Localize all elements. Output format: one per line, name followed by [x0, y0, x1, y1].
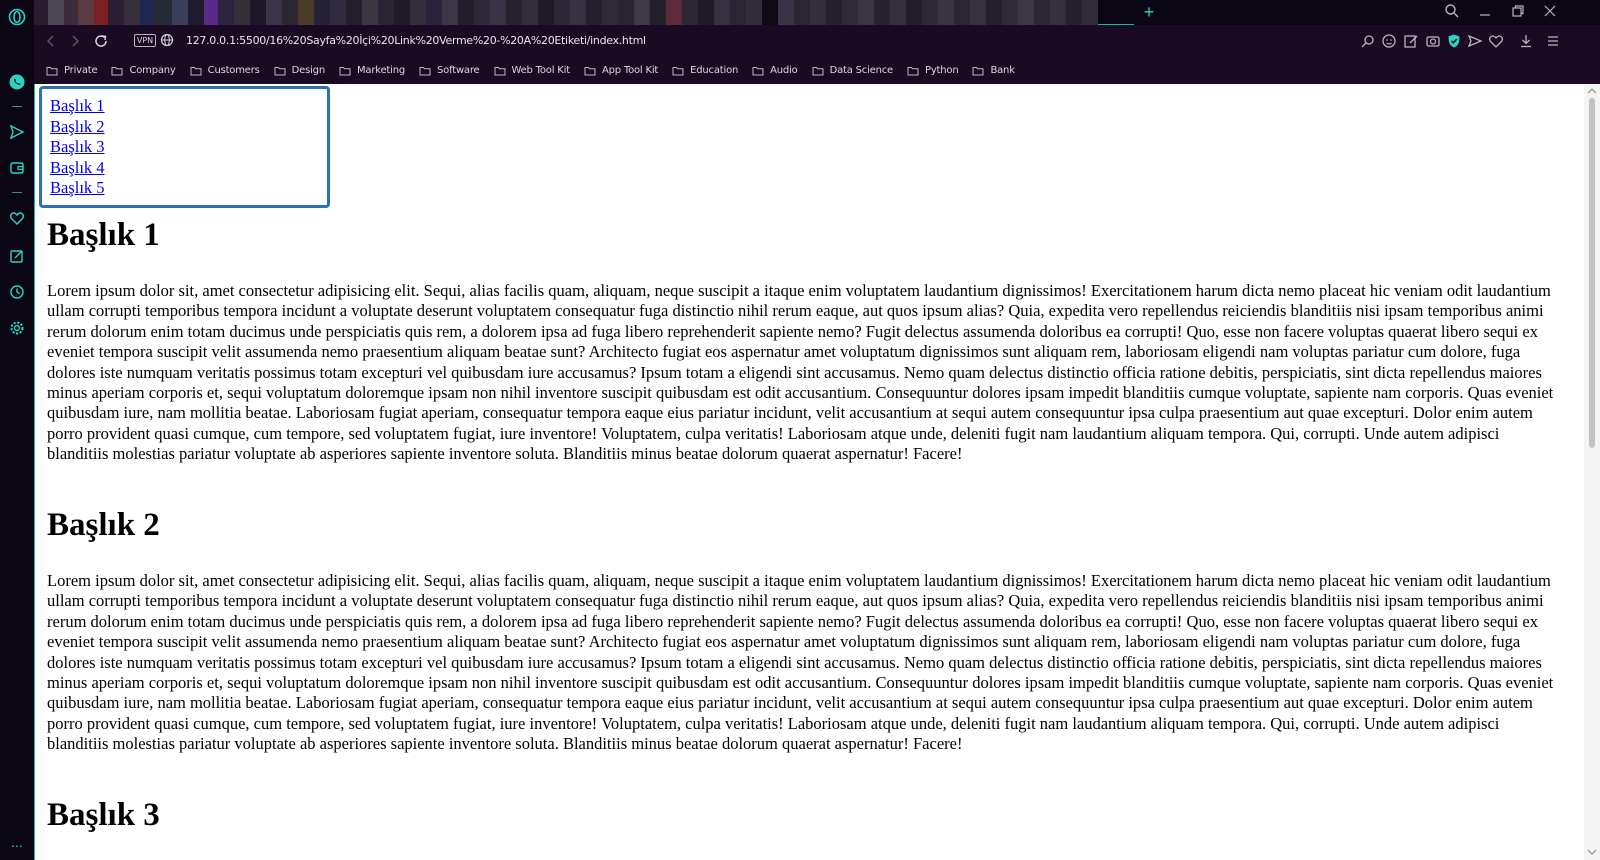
sidebar-more-label: ...: [11, 834, 23, 850]
tab-strip: +: [34, 0, 1600, 25]
page-viewport: Başlık 1 Başlık 2 Başlık 3 Başlık 4 Başlık 5…: [34, 84, 1600, 860]
bookmark-folder[interactable]: Private: [46, 57, 98, 84]
history-icon[interactable]: [7, 282, 27, 302]
toc-link[interactable]: Başlık 5: [50, 178, 327, 199]
folder-icon: [812, 66, 824, 75]
bookmark-label: App Tool Kit: [601, 65, 659, 76]
zoom-search-icon[interactable]: [1360, 33, 1376, 49]
sidebar-separator: [12, 192, 22, 193]
folder-icon: [494, 66, 505, 75]
bookmarks-bar: Private Company Customers Design Marketing So…: [34, 57, 1600, 84]
emoji-icon[interactable]: [1381, 33, 1397, 49]
opera-logo-icon[interactable]: [7, 7, 27, 27]
bookmark-folder[interactable]: Education: [672, 57, 738, 84]
bookmark-folder[interactable]: App Tool Kit: [584, 57, 658, 84]
reload-icon[interactable]: [92, 32, 110, 50]
bookmark-folder[interactable]: Marketing: [339, 57, 405, 84]
edit-page-icon[interactable]: [1403, 33, 1419, 49]
scrollbar-thumb[interactable]: [1589, 98, 1595, 448]
bookmark-label: Customers: [207, 65, 260, 76]
address-bar: VPN 127.0.0.1:5500/16%20Sayfa%20İçi%20Li…: [34, 25, 1600, 57]
restore-icon[interactable]: [1510, 3, 1530, 23]
toc-link[interactable]: Başlık 3: [50, 137, 327, 158]
section-paragraph: Lorem ipsum dolor sit, amet consectetur …: [47, 571, 1554, 754]
bookmark-folder[interactable]: Data Science: [812, 57, 893, 84]
favorite-heart-icon[interactable]: [1488, 33, 1504, 49]
folder-icon: [111, 66, 123, 75]
bookmark-folder[interactable]: Software: [419, 57, 480, 84]
menu-hamburger-icon[interactable]: [1545, 33, 1561, 49]
toc-link[interactable]: Başlık 1: [50, 96, 327, 117]
sidebar-separator: [12, 106, 22, 107]
bookmark-folder[interactable]: Audio: [752, 57, 798, 84]
tab-list[interactable]: [34, 0, 1134, 25]
notes-icon[interactable]: [7, 246, 27, 266]
bookmark-folder[interactable]: Web Tool Kit: [494, 57, 570, 84]
bookmark-label: Software: [437, 65, 480, 76]
bookmark-folder[interactable]: Company: [111, 57, 176, 84]
scroll-up-arrow-icon[interactable]: [1587, 87, 1597, 95]
wallet-icon[interactable]: [7, 158, 27, 178]
toc-link[interactable]: Başlık 2: [50, 117, 327, 138]
bookmark-folder[interactable]: Customers: [190, 57, 260, 84]
section-heading: Başlık 1: [47, 217, 160, 253]
whatsapp-icon[interactable]: [7, 72, 27, 92]
folder-icon: [584, 66, 596, 75]
downloads-icon[interactable]: [1518, 33, 1534, 49]
bookmark-label: Education: [690, 65, 739, 76]
toc-link[interactable]: Başlık 4: [50, 158, 327, 179]
section-heading: Başlık 2: [47, 507, 160, 543]
folder-icon: [752, 66, 764, 75]
snapshot-camera-icon[interactable]: [1425, 33, 1441, 49]
bookmark-label: Web Tool Kit: [511, 65, 571, 76]
vpn-badge[interactable]: VPN: [134, 34, 156, 47]
folder-icon: [339, 66, 351, 75]
section-heading: Başlık 3: [47, 797, 160, 833]
url-field[interactable]: 127.0.0.1:5500/16%20Sayfa%20İçi%20Link%2…: [186, 34, 646, 47]
folder-icon: [972, 66, 984, 75]
heart-icon[interactable]: [7, 208, 27, 228]
folder-icon: [419, 66, 431, 75]
bookmark-label: Python: [925, 65, 959, 76]
close-icon[interactable]: [1542, 3, 1562, 23]
send-share-icon[interactable]: [1467, 33, 1483, 49]
new-tab-plus-icon[interactable]: +: [1139, 3, 1159, 23]
sidebar-more-button[interactable]: ...: [7, 832, 27, 852]
bookmark-label: Private: [64, 65, 98, 76]
vertical-scrollbar[interactable]: [1584, 84, 1600, 860]
settings-gear-icon[interactable]: [7, 318, 27, 338]
back-arrow-icon[interactable]: [42, 32, 60, 50]
folder-icon: [274, 66, 286, 75]
folder-icon: [190, 66, 202, 75]
forward-arrow-icon[interactable]: [66, 32, 84, 50]
browser-sidebar: ...: [0, 0, 34, 860]
bookmark-label: Design: [291, 65, 326, 76]
site-info-globe-icon[interactable]: [160, 33, 178, 51]
bookmark-folder[interactable]: Bank: [972, 57, 1015, 84]
send-icon[interactable]: [7, 122, 27, 142]
folder-icon: [907, 66, 919, 75]
folder-icon: [46, 66, 58, 75]
bookmark-label: Bank: [990, 65, 1015, 76]
bookmark-folder[interactable]: Python: [907, 57, 959, 84]
search-tabs-icon[interactable]: [1444, 3, 1464, 23]
minimize-icon[interactable]: [1477, 3, 1497, 23]
folder-icon: [672, 66, 684, 75]
scroll-down-arrow-icon[interactable]: [1587, 848, 1597, 856]
bookmark-label: Data Science: [829, 65, 894, 76]
bookmark-label: Marketing: [356, 65, 406, 76]
bookmark-label: Company: [129, 65, 176, 76]
bookmark-folder[interactable]: Design: [274, 57, 325, 84]
ad-blocker-shield-icon[interactable]: [1446, 33, 1462, 49]
bookmark-label: Audio: [770, 65, 798, 76]
table-of-contents: Başlık 1 Başlık 2 Başlık 3 Başlık 4 Başlık 5: [39, 86, 330, 208]
section-paragraph: Lorem ipsum dolor sit, amet consectetur …: [47, 281, 1554, 464]
